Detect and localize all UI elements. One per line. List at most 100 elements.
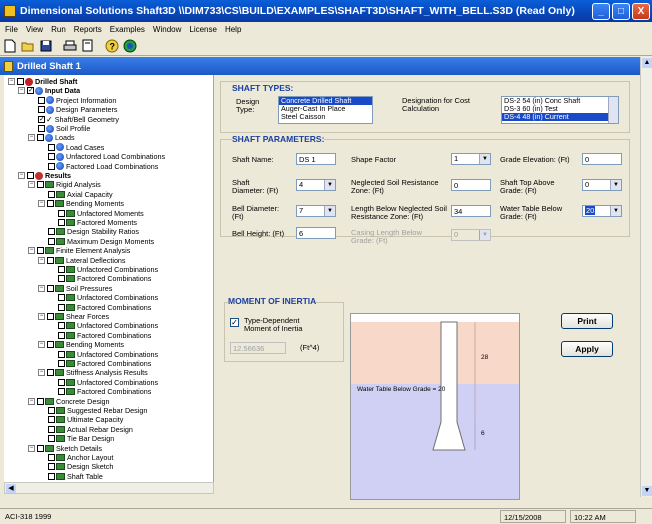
tree-checkbox[interactable] [58, 266, 65, 273]
tree-item[interactable]: Unfactored Combinations [58, 293, 158, 302]
tree-checkbox[interactable] [58, 388, 65, 396]
shaft-top-select[interactable]: 0 ▼ [582, 179, 622, 191]
minimize-button[interactable]: _ [592, 2, 610, 20]
tree-checkbox[interactable] [48, 190, 55, 198]
menu-window[interactable]: Window [153, 25, 181, 34]
tree-checkbox[interactable] [47, 341, 54, 349]
tree-checkbox[interactable] [47, 256, 54, 264]
tree-item[interactable]: Anchor Layout [48, 453, 113, 462]
bell-diameter-select[interactable]: 7 ▼ [296, 205, 336, 217]
design-type-option[interactable]: Steel Caisson [279, 113, 372, 121]
tree-item[interactable]: Unfactored Combinations [58, 350, 158, 359]
tree-checkbox[interactable] [47, 284, 54, 292]
tree-item[interactable]: Shaft Table [48, 472, 103, 481]
tree-checkbox[interactable] [37, 397, 44, 405]
tree-item[interactable]: Factored Moments [58, 218, 137, 227]
tree-checkbox[interactable] [58, 294, 65, 302]
tree-item[interactable]: ✓ ✓ Shaft/Bell Geometry [38, 115, 119, 124]
tree-item[interactable]: Unfactored Moments [58, 209, 144, 218]
tree-checkbox[interactable] [48, 454, 55, 461]
collapse-icon[interactable]: − [18, 87, 25, 95]
tree-checkbox[interactable] [58, 275, 65, 283]
collapse-icon[interactable]: − [38, 200, 45, 208]
tree-checkbox[interactable] [58, 350, 65, 358]
tree-checkbox[interactable] [58, 322, 65, 330]
tree-checkbox[interactable] [58, 303, 65, 311]
tree-item[interactable]: − Concrete Design [28, 397, 110, 406]
collapse-icon[interactable]: − [38, 256, 45, 264]
tree-checkbox[interactable] [37, 247, 44, 255]
collapse-icon[interactable]: − [18, 172, 25, 179]
tree-item[interactable]: − Loads [28, 133, 75, 142]
preview-icon[interactable] [80, 38, 96, 54]
shaft-name-input[interactable]: DS 1 [296, 153, 336, 165]
grade-elevation-input[interactable]: 0 [582, 153, 622, 165]
tree-item[interactable]: Ultimate Capacity [48, 415, 123, 424]
tree-item[interactable]: Soil Profile [38, 124, 90, 133]
menu-examples[interactable]: Examples [110, 25, 145, 34]
tree-item[interactable]: − Bending Moments [38, 199, 124, 208]
tree-item[interactable]: Maximum Design Moments [48, 237, 154, 246]
collapse-icon[interactable]: − [38, 313, 45, 320]
designation-list[interactable]: DS-2 54 (in) Conc Shaft DS-3 60 (in) Tes… [501, 96, 619, 124]
tree-item[interactable]: − Results [18, 171, 71, 180]
collapse-icon[interactable]: − [38, 369, 45, 377]
bell-height-input[interactable]: 6 [296, 227, 336, 239]
print-icon[interactable] [62, 38, 78, 54]
apply-button[interactable]: Apply [561, 341, 613, 357]
tree-checkbox[interactable] [48, 407, 55, 414]
main-vertical-scrollbar[interactable]: ▲ ▼ [640, 57, 652, 497]
tree-checkbox[interactable] [58, 360, 65, 367]
scroll-up-icon[interactable]: ▲ [642, 58, 652, 68]
menu-reports[interactable]: Reports [74, 25, 102, 34]
tree-checkbox[interactable] [58, 209, 65, 217]
tree-item[interactable]: Load Cases [48, 143, 104, 152]
menu-run[interactable]: Run [51, 25, 66, 34]
menu-help[interactable]: Help [225, 25, 241, 34]
tree-checkbox[interactable] [37, 444, 44, 452]
collapse-icon[interactable]: − [28, 444, 35, 452]
chevron-down-icon[interactable]: ▼ [324, 180, 335, 190]
tree-item[interactable]: Factored Combinations [58, 303, 151, 312]
about-icon[interactable] [122, 38, 138, 54]
tree-item[interactable]: − Sketch Details [28, 444, 102, 453]
tree-checkbox[interactable] [48, 416, 55, 424]
collapse-icon[interactable]: − [28, 397, 35, 405]
neglected-soil-input[interactable]: 0 [451, 179, 491, 191]
tree-item[interactable]: Design Parameters [38, 105, 118, 114]
tree-item[interactable]: Design Sketch [48, 462, 113, 471]
type-dependent-checkbox[interactable]: ✓ [230, 318, 239, 327]
tree-item[interactable]: Actual Rebar Design [48, 425, 133, 434]
tree-item[interactable]: Tie Bar Design [48, 434, 114, 443]
tree-item[interactable]: − Bending Moments [38, 340, 124, 349]
tree-checkbox[interactable] [37, 134, 44, 142]
tree-item[interactable]: Unfactored Combinations [58, 265, 158, 274]
tree-checkbox[interactable] [48, 463, 55, 471]
tree-item[interactable]: − Stiffness Analysis Results [38, 368, 148, 377]
menu-license[interactable]: License [189, 25, 217, 34]
tree-item[interactable]: Factored Combinations [58, 387, 151, 396]
tree-checkbox[interactable] [48, 237, 55, 245]
tree-item[interactable]: Factored Combinations [58, 359, 151, 368]
save-icon[interactable] [38, 38, 54, 54]
menu-file[interactable]: File [5, 25, 18, 34]
tree-item[interactable]: Project Information [38, 96, 116, 105]
print-button[interactable]: Print [561, 313, 613, 329]
tree-checkbox[interactable] [58, 378, 65, 386]
tree-item[interactable]: − Lateral Deflections [38, 256, 126, 265]
designation-option[interactable]: DS-4 48 (in) Current [502, 113, 618, 121]
tree-item[interactable]: Axial Capacity [48, 190, 113, 199]
new-icon[interactable] [2, 38, 18, 54]
chevron-down-icon[interactable]: ▼ [610, 180, 621, 190]
tree-item[interactable]: Unfactored Combinations [58, 321, 158, 330]
chevron-down-icon[interactable]: ▼ [479, 154, 490, 164]
tree-checkbox[interactable] [38, 125, 45, 132]
close-button[interactable]: X [632, 2, 650, 20]
tree-checkbox[interactable] [47, 313, 54, 320]
open-icon[interactable] [20, 38, 36, 54]
collapse-icon[interactable]: − [28, 247, 35, 255]
scroll-down-icon[interactable]: ▼ [642, 486, 652, 496]
tree-checkbox[interactable] [47, 200, 54, 208]
tree-checkbox[interactable] [48, 153, 55, 161]
collapse-icon[interactable]: − [38, 284, 45, 292]
